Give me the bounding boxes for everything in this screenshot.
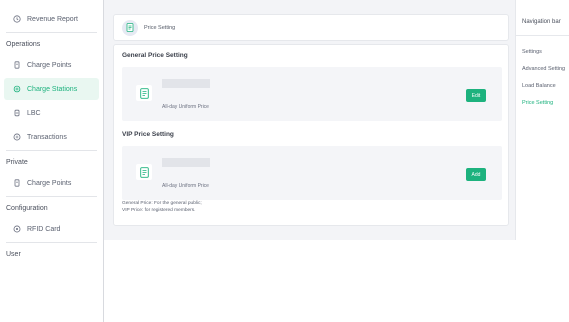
- sidebar-item-label: Revenue Report: [27, 15, 78, 23]
- transactions-icon: [12, 133, 21, 142]
- right-nav-item-settings[interactable]: Settings: [522, 49, 542, 55]
- sidebar-section-configuration: Configuration: [6, 205, 48, 212]
- sidebar-item-revenue-report[interactable]: Revenue Report: [4, 8, 99, 30]
- price-note: General Price: For the general public; V…: [122, 201, 202, 214]
- charger-icon: [12, 61, 21, 70]
- sidebar-item-label: LBC: [27, 109, 41, 117]
- general-price-panel: All-day Uniform Price Edit: [122, 67, 502, 121]
- vip-price-panel: All-day Uniform Price Add: [122, 146, 502, 200]
- main-bottom-area: [104, 240, 569, 322]
- sidebar-item-private-charge-points[interactable]: Charge Points: [4, 172, 99, 194]
- lbc-icon: [12, 109, 21, 118]
- price-value-placeholder: [162, 158, 210, 167]
- price-document-icon: [136, 164, 152, 180]
- general-price-title: General Price Setting: [122, 52, 188, 59]
- sidebar-section-operations: Operations: [6, 41, 41, 48]
- right-nav-item-load-balance[interactable]: Load Balance: [522, 83, 556, 89]
- price-note-line: General Price: For the general public;: [122, 201, 202, 206]
- edit-button[interactable]: Edit: [466, 89, 486, 102]
- sidebar-item-label: RFID Card: [27, 225, 61, 233]
- sidebar-item-rfid-card[interactable]: RFID Card: [4, 218, 99, 240]
- charger-icon: [12, 179, 21, 188]
- station-icon: [12, 85, 21, 94]
- page-header: Price Setting: [113, 14, 509, 41]
- sidebar-item-transactions[interactable]: Transactions: [4, 126, 99, 148]
- sidebar-section-private: Private: [6, 159, 28, 166]
- sidebar-item-label: Charge Points: [27, 61, 72, 69]
- add-button[interactable]: Add: [466, 168, 486, 181]
- price-note-line: VIP Price: for registered members.: [122, 207, 196, 213]
- sidebar-item-label: Transactions: [27, 133, 67, 141]
- right-nav-title: Navigation bar: [522, 19, 561, 25]
- card-icon: [12, 225, 21, 234]
- right-nav-divider: [516, 35, 569, 36]
- price-value-placeholder: [162, 79, 210, 88]
- price-description: All-day Uniform Price: [162, 104, 209, 110]
- vip-price-title: VIP Price Setting: [122, 131, 174, 138]
- sidebar-item-charge-stations[interactable]: Charge Stations: [4, 78, 99, 100]
- right-nav-item-price-setting[interactable]: Price Setting: [522, 100, 553, 106]
- price-settings-card: General Price Setting All-day Uniform Pr…: [113, 44, 509, 226]
- sidebar-section-user[interactable]: User: [0, 243, 103, 262]
- page-title: Price Setting: [144, 24, 176, 31]
- price-description: All-day Uniform Price: [162, 183, 209, 189]
- right-nav-item-advanced-setting[interactable]: Advanced Setting: [522, 66, 565, 72]
- sidebar-item-label: Charge Points: [27, 179, 72, 187]
- sidebar-item-charge-points[interactable]: Charge Points: [4, 54, 99, 76]
- right-navigation-bar: Navigation bar Settings Advanced Setting…: [515, 0, 569, 240]
- clock-icon: [12, 15, 21, 24]
- sidebar-item-lbc[interactable]: LBC: [4, 102, 99, 124]
- document-icon: [122, 19, 138, 36]
- price-document-icon: [136, 85, 152, 101]
- sidebar: Revenue Report Operations Charge Points …: [0, 0, 104, 322]
- sidebar-item-label: Charge Stations: [27, 85, 78, 93]
